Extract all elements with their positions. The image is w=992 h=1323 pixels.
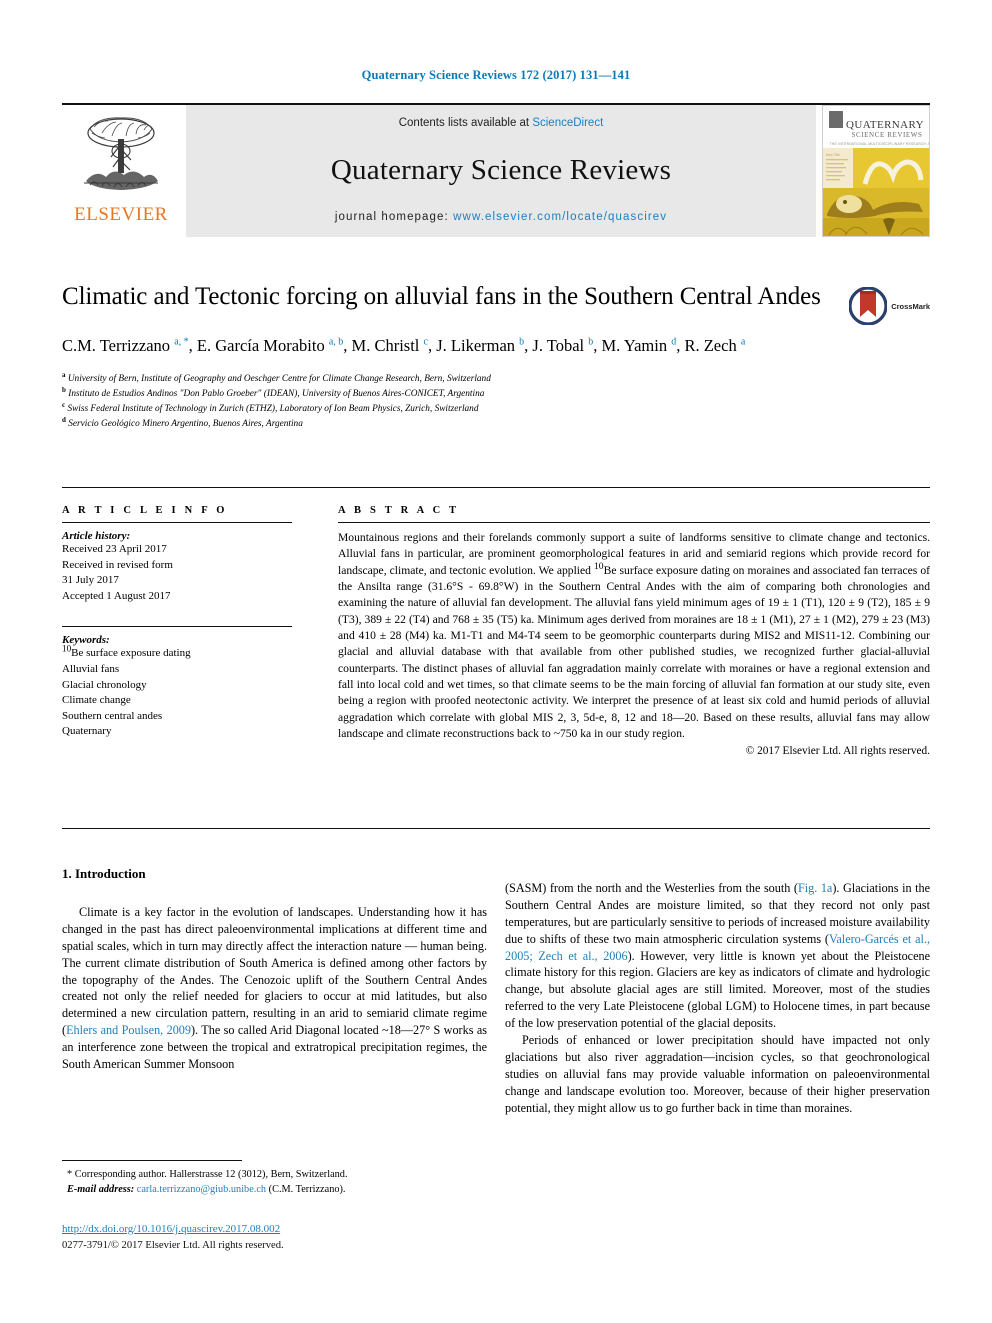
keyword-item: Southern central andes	[62, 709, 163, 722]
contents-prefix: Contents lists available at	[398, 117, 533, 129]
history-item: 31 July 2017	[62, 574, 119, 587]
abstract-text: Mountainous regions and their forelands …	[338, 531, 930, 741]
email-link[interactable]: carla.terrizzano@giub.unibe.ch	[137, 1184, 266, 1195]
keywords-rule	[62, 626, 292, 628]
intro-paragraph-left: Climate is a key factor in the evolution…	[62, 905, 487, 1072]
email-note: E-mail address: carla.terrizzano@giub.un…	[62, 1183, 487, 1198]
author-list: C.M. Terrizzano a, *, E. García Morabito…	[62, 336, 746, 355]
section-heading-introduction: 1. Introduction	[62, 866, 146, 881]
cover-artwork: QUATERNARY SCIENCE REVIEWS THE INTERNATI…	[823, 106, 929, 236]
affiliation-text: University of Bern, Institute of Geograp…	[67, 373, 491, 384]
article-info-rule	[62, 522, 292, 523]
affiliation-marker: c	[62, 400, 66, 409]
svg-text:New Title: New Title	[826, 153, 840, 157]
journal-homepage-line: journal homepage: www.elsevier.com/locat…	[335, 211, 667, 223]
affiliation-item: b Instituto de Estudios Andinos "Don Pab…	[62, 385, 930, 402]
page-title: Climatic and Tectonic forcing on alluvia…	[62, 283, 821, 310]
keyword-item: 10Be surface exposure dating	[62, 643, 191, 660]
affiliation-item: c Swiss Federal Institute of Technology …	[62, 400, 930, 417]
keyword-item: Glacial chronology	[62, 678, 147, 691]
affiliation-list: a University of Bern, Institute of Geogr…	[62, 370, 930, 432]
intro-paragraph-right-1: (SASM) from the north and the Westerlies…	[505, 881, 930, 1031]
contents-available-line: Contents lists available at ScienceDirec…	[399, 117, 604, 129]
elsevier-logo: ELSEVIER	[62, 105, 180, 237]
svg-text:SCIENCE REVIEWS: SCIENCE REVIEWS	[851, 131, 922, 139]
elsevier-wordmark: ELSEVIER	[74, 204, 168, 225]
intro-paragraph-right-2: Periods of enhanced or lower precipitati…	[505, 1033, 930, 1115]
svg-text:QUATERNARY: QUATERNARY	[846, 119, 924, 131]
abstract-heading: A B S T R A C T	[338, 505, 460, 516]
keyword-item: Climate change	[62, 694, 131, 707]
affiliation-marker: d	[62, 415, 66, 424]
crossmark-badge[interactable]: CrossMark	[849, 287, 930, 325]
corresponding-author-note: * Corresponding author. Hallerstrasse 12…	[67, 1169, 348, 1180]
abstract-rule	[338, 522, 930, 523]
homepage-prefix: journal homepage:	[334, 211, 454, 223]
elsevier-tree-icon	[84, 117, 158, 190]
homepage-link[interactable]: www.elsevier.com/locate/quascirev	[453, 211, 667, 223]
keywords-block: Keywords: 10Be surface exposure dating A…	[62, 626, 292, 740]
affiliation-marker: a	[62, 370, 66, 379]
history-item: Accepted 1 August 2017	[62, 589, 171, 602]
article-info-block: A R T I C L E I N F O Article history: R…	[62, 505, 292, 740]
affiliation-item: d Servicio Geológico Minero Argentino, B…	[62, 415, 930, 432]
journal-title: Quaternary Science Reviews	[330, 153, 672, 186]
crossmark-icon	[849, 287, 888, 325]
title-block: Climatic and Tectonic forcing on alluvia…	[62, 281, 930, 432]
issn-copyright-line: 0277-3791/© 2017 Elsevier Ltd. All right…	[62, 1240, 284, 1251]
affiliation-marker: b	[62, 385, 66, 394]
abstract-block: A B S T R A C T Mountainous regions and …	[338, 505, 930, 757]
keyword-item: Quaternary	[62, 725, 112, 738]
affiliation-text: Servicio Geológico Minero Argentino, Bue…	[68, 418, 303, 429]
doi-link[interactable]: http://dx.doi.org/10.1016/j.quascirev.20…	[62, 1223, 280, 1235]
email-owner: (C.M. Terrizzano).	[268, 1183, 346, 1195]
keyword-item: Alluvial fans	[62, 663, 120, 676]
affiliation-text: Instituto de Estudios Andinos "Don Pablo…	[68, 388, 485, 399]
affiliation-text: Swiss Federal Institute of Technology in…	[67, 403, 479, 414]
journal-cover-thumbnail: QUATERNARY SCIENCE REVIEWS THE INTERNATI…	[822, 105, 930, 237]
sciencedirect-link[interactable]: ScienceDirect	[532, 117, 603, 129]
footnote-block: * Corresponding author. Hallerstrasse 12…	[62, 1168, 487, 1198]
keywords-label: Keywords:	[62, 634, 110, 647]
article-history-label: Article history:	[62, 530, 131, 542]
svg-text:THE INTERNATIONAL MULTIDISCIPL: THE INTERNATIONAL MULTIDISCIPLINARY RESE…	[830, 142, 929, 146]
abstract-copyright: © 2017 Elsevier Ltd. All rights reserved…	[745, 745, 930, 758]
history-item: Received in revised form	[62, 558, 173, 571]
body-column-left: 1. Introduction Climate is a key factor …	[62, 866, 487, 1073]
running-head: Quaternary Science Reviews 172 (2017) 13…	[361, 68, 631, 82]
paper-page: Quaternary Science Reviews 172 (2017) 13…	[0, 0, 992, 1323]
footnote-separator	[62, 1160, 242, 1161]
masthead-center: Contents lists available at ScienceDirec…	[186, 105, 816, 237]
header-divider	[62, 487, 930, 488]
body-divider	[62, 828, 930, 829]
journal-masthead: ELSEVIER Contents lists available at Sci…	[62, 103, 930, 237]
email-label: E-mail address:	[67, 1183, 135, 1195]
body-column-right: (SASM) from the north and the Westerlies…	[505, 880, 930, 1116]
affiliation-item: a University of Bern, Institute of Geogr…	[62, 370, 930, 387]
crossmark-label: CrossMark	[891, 301, 930, 311]
history-item: Received 23 April 2017	[62, 543, 167, 555]
article-info-heading: A R T I C L E I N F O	[62, 505, 228, 516]
